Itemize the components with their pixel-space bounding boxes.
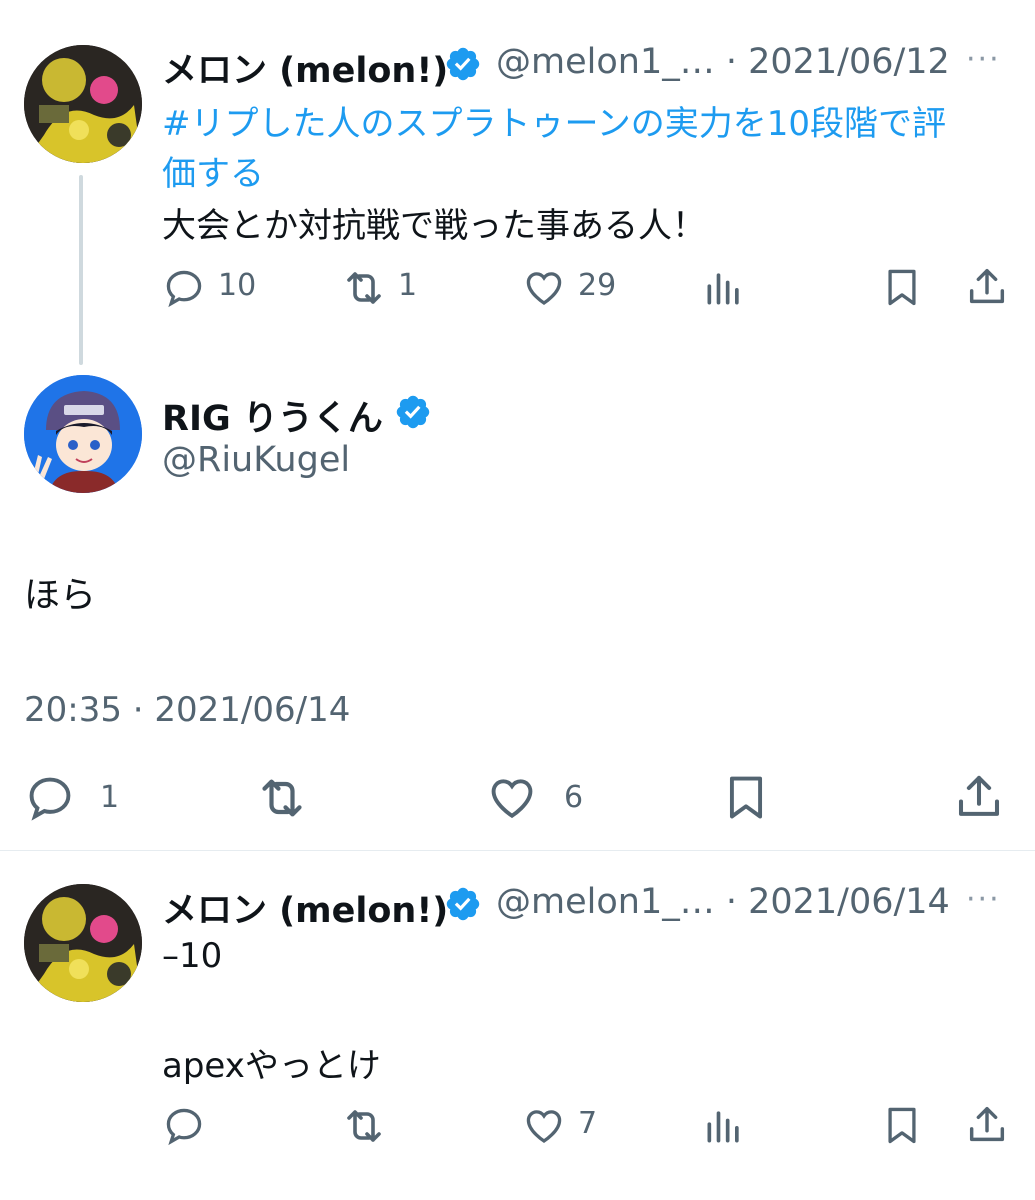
avatar-riukugel[interactable] <box>24 375 142 493</box>
tweet-text-cont: apexやっとけ <box>162 1046 381 1086</box>
reply-count: 10 <box>218 268 257 303</box>
verified-icon <box>446 47 480 81</box>
views-icon[interactable] <box>702 266 746 310</box>
tweet-text: –10 <box>162 936 223 976</box>
avatar-melon[interactable] <box>24 45 142 163</box>
hashtag-link-cont[interactable]: 価する <box>162 146 264 195</box>
hashtag-link[interactable]: #リプした人のスプラトゥーンの実力を10段階で評 <box>162 96 946 145</box>
avatar-melon[interactable] <box>24 884 142 1002</box>
like-count: 29 <box>578 268 617 303</box>
bookmark-icon[interactable] <box>720 770 772 824</box>
handle-date[interactable]: @melon1_… · 2021/06/12 <box>496 42 950 82</box>
verified-icon <box>396 395 430 429</box>
more-icon[interactable]: ··· <box>966 882 1001 917</box>
divider <box>0 850 1035 851</box>
retweet-icon[interactable] <box>340 1102 388 1150</box>
like-icon[interactable] <box>522 1104 566 1148</box>
author-handle[interactable]: @RiuKugel <box>162 440 350 480</box>
like-count: 7 <box>578 1106 598 1141</box>
verified-icon <box>446 887 480 921</box>
tweet-timestamp[interactable]: 20:35 · 2021/06/14 <box>24 690 350 730</box>
author-name[interactable]: メロン (melon!) <box>162 882 448 933</box>
thread-line <box>79 175 83 365</box>
retweet-icon[interactable] <box>254 770 310 826</box>
bookmark-icon[interactable] <box>880 264 924 310</box>
author-name[interactable]: RIG りうくん <box>162 390 383 441</box>
like-icon[interactable] <box>486 772 538 824</box>
share-icon[interactable] <box>952 770 1006 824</box>
like-icon[interactable] <box>522 266 566 310</box>
like-count: 6 <box>564 780 584 815</box>
bookmark-icon[interactable] <box>880 1102 924 1148</box>
reply-icon[interactable] <box>162 266 206 310</box>
views-icon[interactable] <box>702 1104 746 1148</box>
reply-icon[interactable] <box>162 1104 206 1148</box>
reply-icon[interactable] <box>24 772 76 824</box>
retweet-count: 1 <box>398 268 418 303</box>
handle-date[interactable]: @melon1_… · 2021/06/14 <box>496 882 950 922</box>
more-icon[interactable]: ··· <box>966 42 1001 77</box>
share-icon[interactable] <box>964 1102 1010 1148</box>
author-name[interactable]: メロン (melon!) <box>162 42 448 93</box>
reply-count: 1 <box>100 780 120 815</box>
share-icon[interactable] <box>964 264 1010 310</box>
retweet-icon[interactable] <box>340 264 388 312</box>
tweet-text: 大会とか対抗戦で戦った事ある人！ <box>162 206 706 246</box>
tweet-text: ほら <box>24 575 97 616</box>
